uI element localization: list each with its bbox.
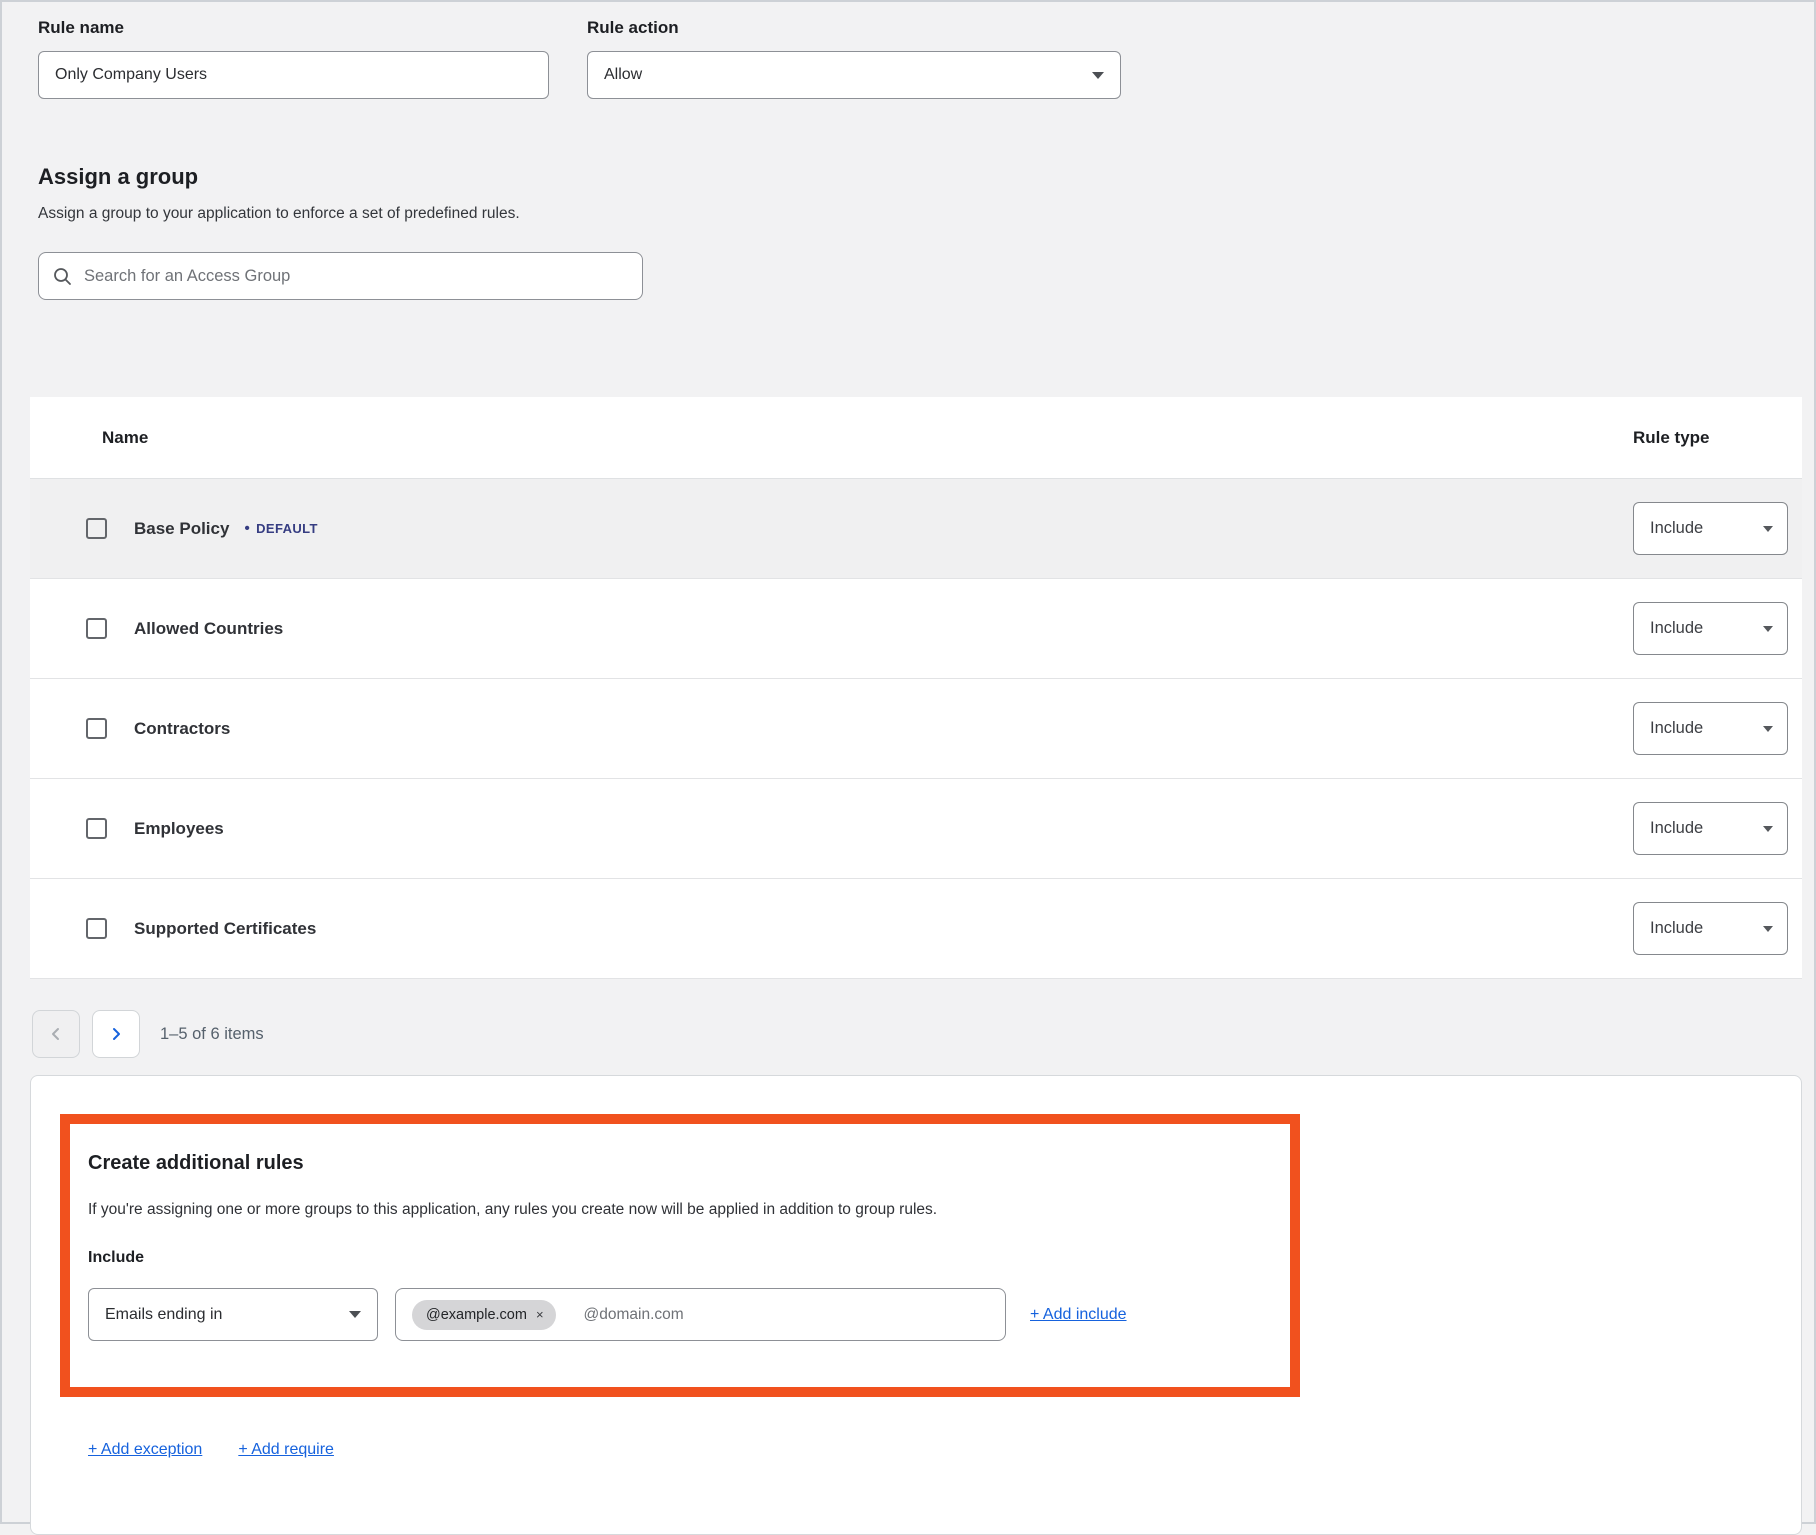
rule-type-select[interactable]: Include xyxy=(1633,602,1788,655)
next-page-button[interactable] xyxy=(92,1010,140,1058)
email-domain-tag-input[interactable]: @example.com × xyxy=(395,1288,1006,1341)
create-additional-rules-highlight: Create additional rules If you're assign… xyxy=(60,1114,1300,1397)
chevron-down-icon xyxy=(1763,926,1773,932)
group-name: Contractors xyxy=(134,719,230,739)
rule-name-field-group: Rule name xyxy=(38,18,549,99)
rule-links-row: + Add exception + Add require xyxy=(88,1441,1801,1459)
additional-rules-description: If you're assigning one or more groups t… xyxy=(88,1201,1266,1219)
table-row: Base Policy • DEFAULT Include xyxy=(30,479,1802,579)
pagination: 1–5 of 6 items xyxy=(32,1010,264,1058)
pagination-label: 1–5 of 6 items xyxy=(160,1025,264,1044)
table-row: Supported Certificates Include xyxy=(30,879,1802,979)
rule-action-value: Allow xyxy=(604,66,642,84)
prev-page-button[interactable] xyxy=(32,1010,80,1058)
additional-rules-heading: Create additional rules xyxy=(88,1152,1266,1175)
rule-type-value: Include xyxy=(1650,519,1703,538)
table-row: Employees Include xyxy=(30,779,1802,879)
access-group-search[interactable] xyxy=(38,252,643,300)
email-domain-tag: @example.com × xyxy=(412,1300,556,1330)
row-checkbox[interactable] xyxy=(86,818,107,839)
condition-select[interactable]: Emails ending in xyxy=(88,1288,378,1341)
email-domain-input[interactable] xyxy=(584,1306,991,1324)
include-label: Include xyxy=(88,1249,1266,1267)
rule-type-value: Include xyxy=(1650,619,1703,638)
chevron-left-icon xyxy=(48,1026,64,1042)
column-header-name: Name xyxy=(30,428,1633,448)
table-row: Contractors Include xyxy=(30,679,1802,779)
group-name: Employees xyxy=(134,819,224,839)
add-require-link[interactable]: + Add require xyxy=(238,1441,334,1459)
row-checkbox[interactable] xyxy=(86,918,107,939)
rule-name-input[interactable] xyxy=(38,51,549,99)
close-icon[interactable]: × xyxy=(536,1307,544,1322)
row-checkbox[interactable] xyxy=(86,618,107,639)
rule-action-field-group: Rule action Allow xyxy=(587,18,1121,99)
table-header: Name Rule type xyxy=(30,397,1802,479)
chevron-right-icon xyxy=(108,1026,124,1042)
badge-label: DEFAULT xyxy=(256,521,318,536)
condition-select-value: Emails ending in xyxy=(105,1306,222,1324)
group-name: Allowed Countries xyxy=(134,619,283,639)
default-badge: • DEFAULT xyxy=(244,520,317,537)
rule-type-select[interactable]: Include xyxy=(1633,802,1788,855)
include-rule-row: Emails ending in @example.com × + Add in… xyxy=(88,1288,1266,1341)
chevron-down-icon xyxy=(349,1311,361,1318)
chevron-down-icon xyxy=(1763,826,1773,832)
rule-type-value: Include xyxy=(1650,819,1703,838)
add-include-link[interactable]: + Add include xyxy=(1030,1306,1127,1324)
additional-rules-card: Create additional rules If you're assign… xyxy=(30,1075,1802,1535)
row-checkbox[interactable] xyxy=(86,718,107,739)
search-input[interactable] xyxy=(84,267,628,286)
column-header-rule-type: Rule type xyxy=(1633,428,1802,448)
rule-name-label: Rule name xyxy=(38,18,549,38)
rule-type-value: Include xyxy=(1650,919,1703,938)
badge-bullet: • xyxy=(244,520,250,537)
access-group-table: Name Rule type Base Policy • DEFAULT Inc… xyxy=(30,397,1802,979)
rule-type-value: Include xyxy=(1650,719,1703,738)
chevron-down-icon xyxy=(1763,626,1773,632)
assign-group-heading: Assign a group xyxy=(38,164,198,190)
group-name: Base Policy xyxy=(134,519,229,539)
add-exception-link[interactable]: + Add exception xyxy=(88,1441,202,1459)
table-row: Allowed Countries Include xyxy=(30,579,1802,679)
rule-form: Rule name Rule action Allow xyxy=(38,18,1121,99)
rule-type-select[interactable]: Include xyxy=(1633,702,1788,755)
rule-action-select[interactable]: Allow xyxy=(587,51,1121,99)
tag-label: @example.com xyxy=(426,1307,527,1323)
rule-type-select[interactable]: Include xyxy=(1633,902,1788,955)
chevron-down-icon xyxy=(1092,72,1104,79)
group-name: Supported Certificates xyxy=(134,919,316,939)
row-checkbox[interactable] xyxy=(86,518,107,539)
rule-action-label: Rule action xyxy=(587,18,1121,38)
chevron-down-icon xyxy=(1763,526,1773,532)
search-icon xyxy=(53,267,72,286)
chevron-down-icon xyxy=(1763,726,1773,732)
assign-group-description: Assign a group to your application to en… xyxy=(38,205,520,223)
rule-type-select[interactable]: Include xyxy=(1633,502,1788,555)
